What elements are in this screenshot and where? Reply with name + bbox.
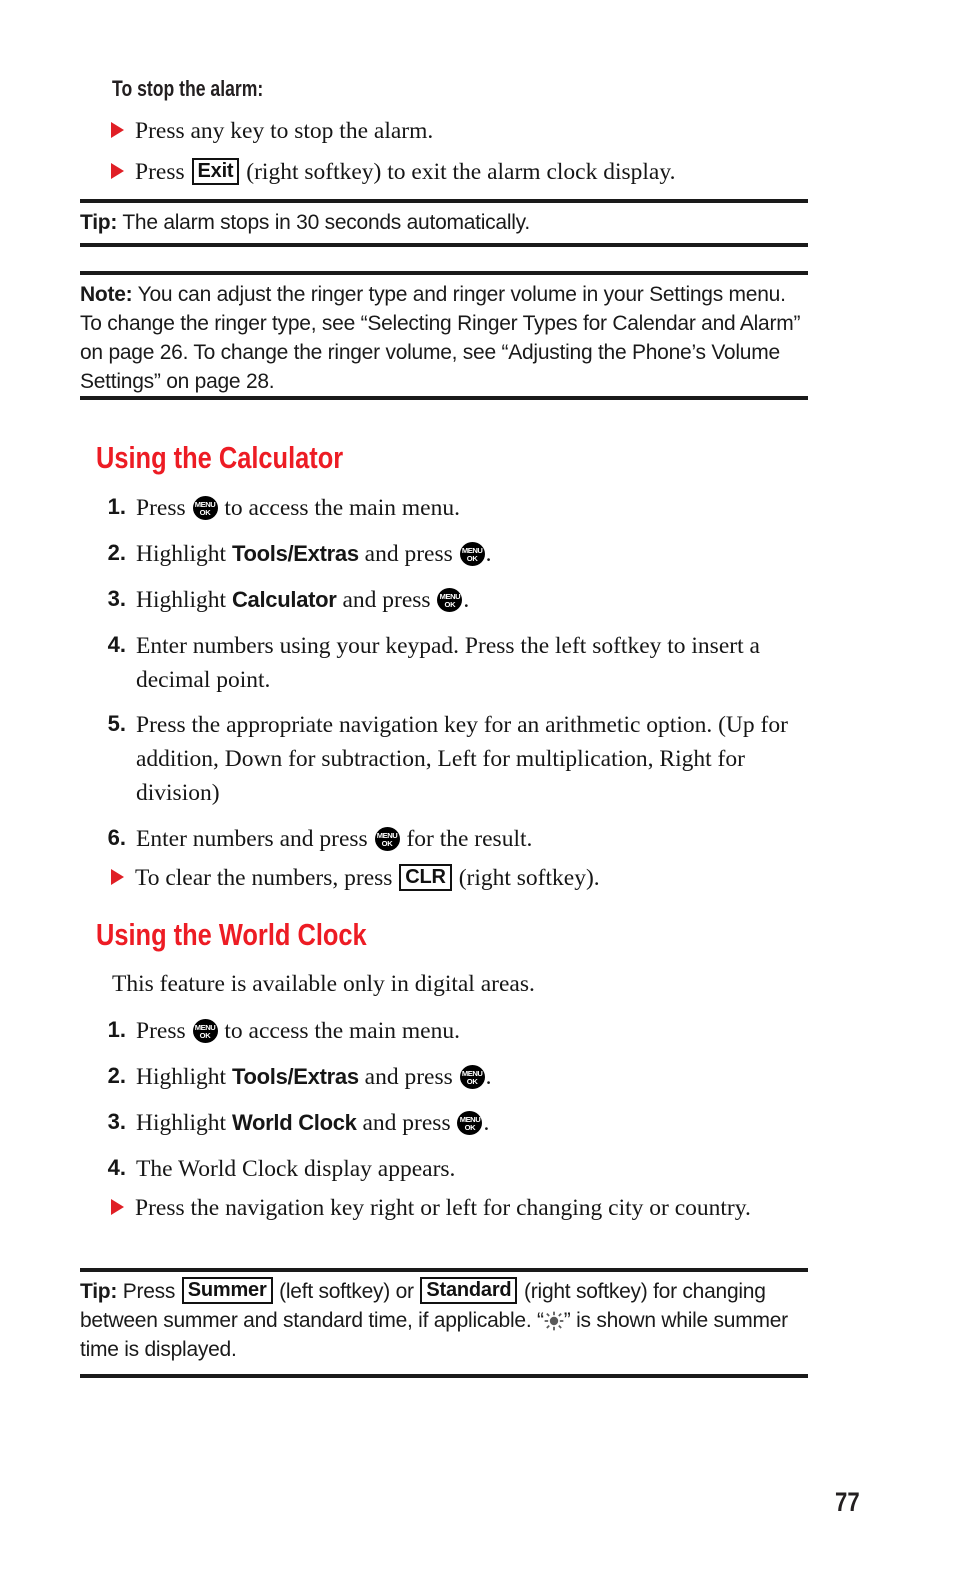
menu-label-tools-extras: Tools/Extras (231, 1064, 359, 1089)
step-text: Enter numbers and press MENU OK for the r… (136, 822, 816, 856)
step-text-part: Highlight (136, 541, 232, 567)
bullet-text-post: (right softkey) to exit the alarm clock … (240, 159, 676, 185)
note-rule-bottom (80, 396, 808, 400)
menu-ok-icon[interactable]: MENU OK (459, 1065, 485, 1089)
tip-label: Tip: (80, 211, 118, 234)
section-heading-world-clock: Using the World Clock (96, 917, 367, 952)
bullet-text: Press Exit (right softkey) to exit the a… (135, 155, 825, 189)
step-text-part: for the result. (400, 826, 533, 852)
step-number: 3. (107, 1109, 126, 1134)
page-number: 77 (835, 1487, 860, 1517)
menu-ok-icon[interactable]: MENU OK (457, 1111, 483, 1135)
keycap-clr[interactable]: CLR (399, 864, 452, 891)
keycap-exit[interactable]: Exit (191, 158, 240, 185)
step-number: 4. (107, 632, 126, 657)
step-text-part: to access the main menu. (218, 1018, 460, 1044)
step-text-part: to access the main menu. (218, 495, 460, 521)
tip-alarm-text: Tip: The alarm stops in 30 seconds autom… (80, 208, 812, 237)
bullet-text: Press the navigation key right or left f… (135, 1195, 751, 1221)
tip-body-part: Press (117, 1280, 181, 1303)
step-number: 6. (107, 825, 126, 850)
world-clock-intro: This feature is available only in digita… (112, 971, 535, 997)
step-text: Highlight World Clock and press MENU OK. (136, 1106, 816, 1140)
step-text: Press MENU OK to access the main menu. (136, 1014, 816, 1048)
keycap-summer[interactable]: Summer (181, 1277, 273, 1304)
step-number: 2. (107, 1063, 126, 1088)
menu-label-world-clock: World Clock (231, 1110, 357, 1135)
menu-label-calculator: Calculator (231, 587, 337, 612)
step-number: 2. (107, 540, 126, 565)
step-text-part: and press (358, 1064, 459, 1090)
step-text: Highlight Calculator and press MENU OK. (136, 583, 816, 617)
step-number: 1. (107, 1017, 126, 1042)
bullet-text-post: (right softkey). (452, 865, 600, 891)
step-text: Press MENU OK to access the main menu. (136, 491, 816, 525)
step-text-part: and press (356, 1110, 457, 1136)
step-text-part: Enter numbers and press (136, 826, 374, 852)
step-number: 1. (107, 494, 126, 519)
tip-summer-rule-bottom (80, 1374, 808, 1378)
step-number: 3. (107, 586, 126, 611)
triangle-right-icon (111, 122, 124, 138)
step-text-part: Highlight (136, 1064, 232, 1090)
step-text-part: and press (358, 541, 459, 567)
triangle-right-icon (111, 163, 124, 179)
bullet-text-pre: Press (135, 159, 191, 185)
subheading-stop-alarm: To stop the alarm: (112, 76, 264, 101)
bullet-text-pre: To clear the numbers, press (135, 865, 399, 891)
menu-ok-icon[interactable]: MENU OK (192, 496, 218, 520)
step-number: 5. (107, 711, 126, 736)
step-text-part: . (483, 1110, 490, 1136)
sun-icon (544, 1310, 564, 1331)
tip-body: The alarm stops in 30 seconds automatica… (117, 211, 530, 234)
tip-alarm-rule-top (80, 199, 808, 203)
menu-ok-icon[interactable]: MENU OK (192, 1019, 218, 1043)
step-text-part: . (485, 1064, 492, 1090)
tip-alarm-rule-bottom (80, 243, 808, 247)
step-number: 4. (107, 1155, 126, 1180)
note-rule-top (80, 271, 808, 275)
step-text: Highlight Tools/Extras and press MENU OK. (136, 1060, 816, 1094)
step-text-part: . (485, 541, 492, 567)
note-body: You can adjust the ringer type and ringe… (80, 283, 801, 393)
tip-body-part: (left softkey) or (273, 1280, 420, 1303)
section-heading-calculator: Using the Calculator (96, 440, 344, 475)
triangle-right-icon (111, 869, 124, 885)
tip-label: Tip: (80, 1280, 118, 1303)
step-text-part: Press (136, 1018, 192, 1044)
step-text: Press the appropriate navigation key for… (136, 712, 788, 806)
note-text: Note: You can adjust the ringer type and… (80, 280, 806, 396)
step-text: The World Clock display appears. (136, 1156, 456, 1182)
bullet-text: Press any key to stop the alarm. (135, 118, 434, 144)
step-text-part: and press (336, 587, 437, 613)
step-text: Highlight Tools/Extras and press MENU OK. (136, 537, 816, 571)
menu-label-tools-extras: Tools/Extras (231, 541, 359, 566)
menu-ok-icon[interactable]: MENU OK (459, 542, 485, 566)
keycap-standard[interactable]: Standard (420, 1277, 518, 1304)
menu-ok-icon[interactable]: MENU OK (374, 827, 400, 851)
bullet-text: To clear the numbers, press CLR (right s… (135, 861, 825, 895)
manual-page: To stop the alarm: Press any key to stop… (0, 0, 954, 1590)
menu-ok-icon[interactable]: MENU OK (437, 588, 463, 612)
step-text: Enter numbers using your keypad. Press t… (136, 633, 760, 693)
note-label: Note: (80, 283, 133, 306)
tip-summer-text: Tip: Press Summer (left softkey) or Stan… (80, 1277, 816, 1364)
tip-summer-rule-top (80, 1268, 808, 1272)
step-text-part: Press (136, 495, 192, 521)
triangle-right-icon (111, 1199, 124, 1215)
step-text-part: . (463, 587, 470, 613)
step-text-part: Highlight (136, 587, 232, 613)
step-text-part: Highlight (136, 1110, 232, 1136)
